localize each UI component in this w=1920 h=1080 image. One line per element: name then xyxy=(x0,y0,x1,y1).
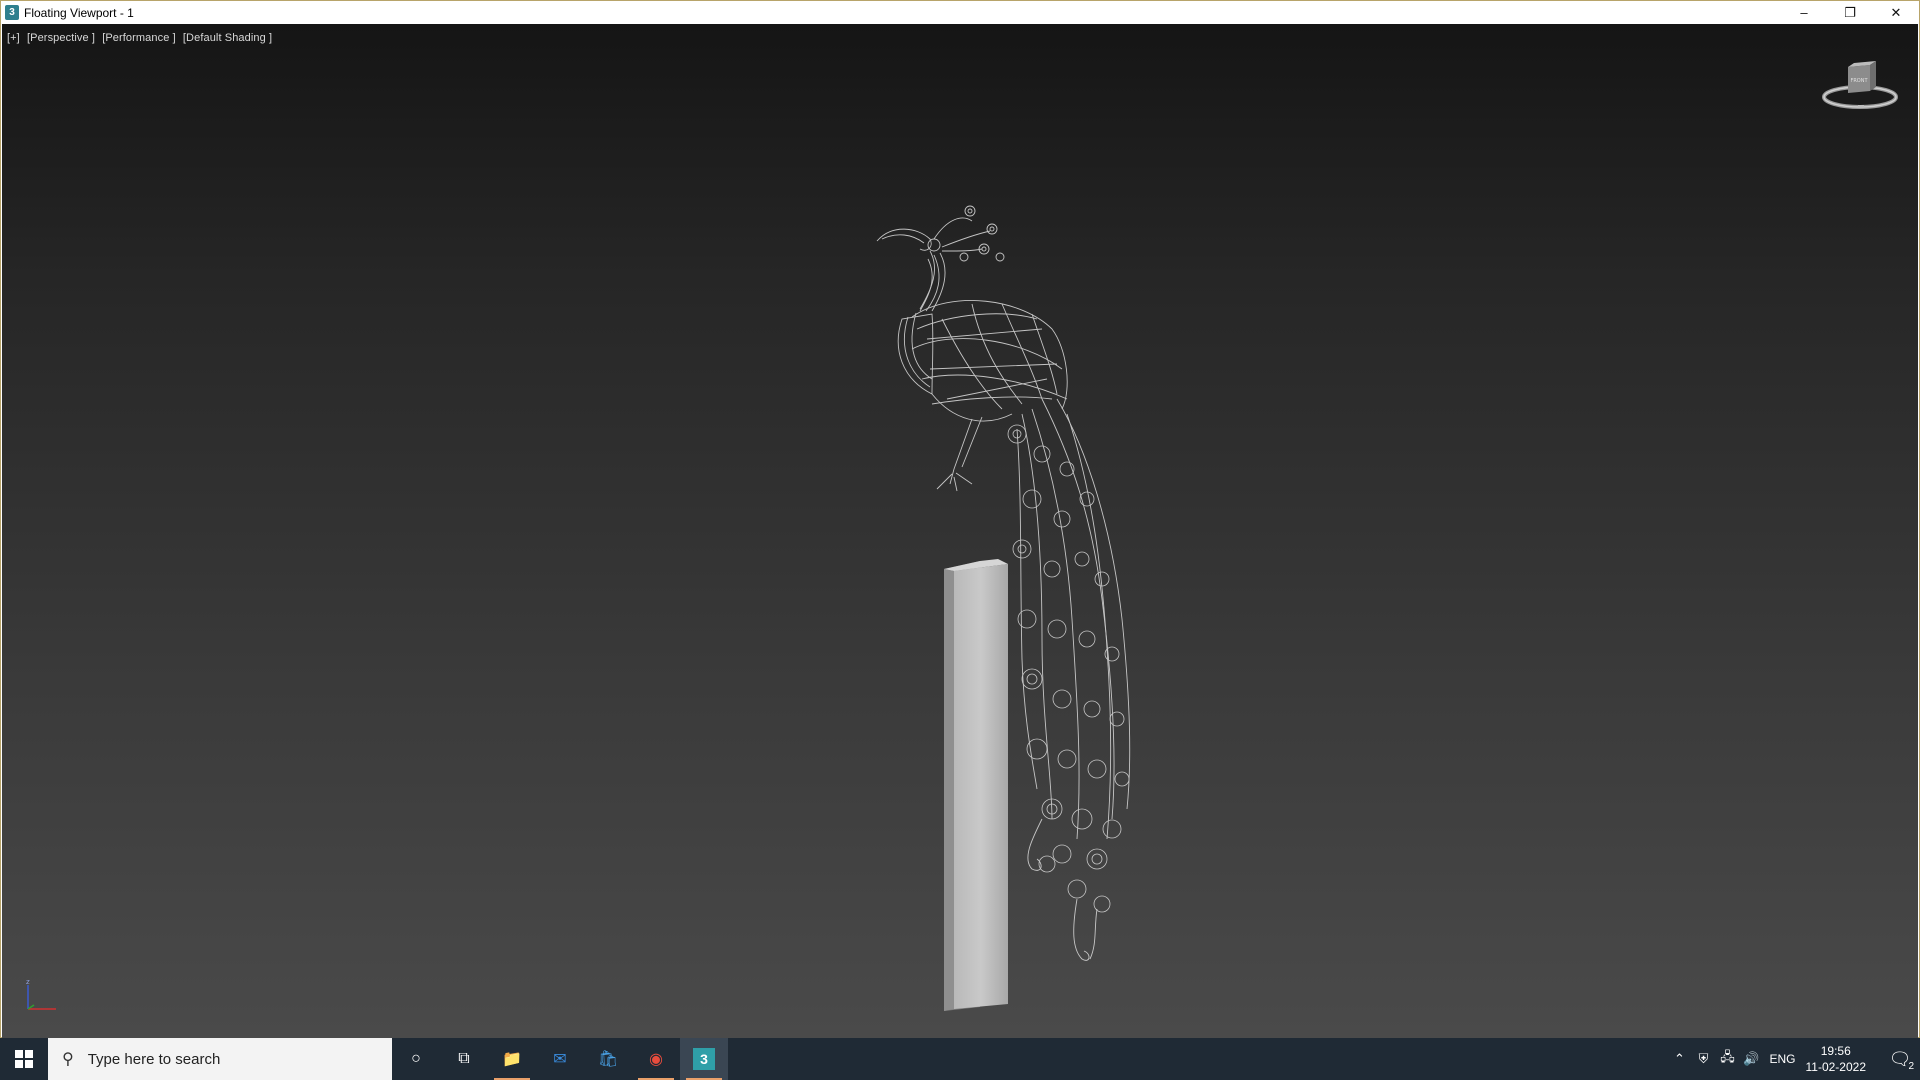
axis-z-label: z xyxy=(26,978,30,986)
task-view-button[interactable]: ⧉ xyxy=(440,1038,488,1080)
store-button[interactable]: 🛍 xyxy=(584,1038,632,1080)
search-icon: ⚲ xyxy=(62,1051,74,1068)
system-tray: ⌃ ⛨ 🖧 🔊 ENG 19:56 11-02-2022 🗨 2 xyxy=(1667,1038,1920,1080)
minimize-button[interactable]: – xyxy=(1781,1,1827,24)
chrome-button[interactable]: ◉ xyxy=(632,1038,680,1080)
windows-logo-icon xyxy=(15,1050,33,1068)
window-controls: – ❐ ✕ xyxy=(1781,1,1919,24)
viewport-shading-menu[interactable]: [Default Shading ] xyxy=(183,32,272,44)
start-button[interactable] xyxy=(0,1038,48,1080)
volume-icon[interactable]: 🔊 xyxy=(1739,1051,1763,1067)
restore-button[interactable]: ❐ xyxy=(1827,1,1873,24)
axis-tripod-icon: z xyxy=(26,978,56,1010)
viewport-performance-menu[interactable]: [Performance ] xyxy=(102,32,176,44)
show-hidden-icons-chevron-icon[interactable]: ⌃ xyxy=(1667,1051,1691,1067)
chrome-icon: ◉ xyxy=(649,1051,663,1068)
floating-viewport-window: 3 Floating Viewport - 1 – ❐ ✕ [+] [Persp… xyxy=(0,0,1920,1038)
clock[interactable]: 19:56 11-02-2022 xyxy=(1806,1043,1867,1075)
clock-time: 19:56 xyxy=(1820,1044,1851,1058)
file-explorer-button[interactable]: 📁 xyxy=(488,1038,536,1080)
notification-count-badge: 2 xyxy=(1908,1061,1914,1072)
viewcube-icon[interactable]: FRONT xyxy=(1820,57,1900,117)
close-button[interactable]: ✕ xyxy=(1873,1,1919,24)
windows-taskbar: ⚲ Type here to search ○ ⧉ 📁 ✉ 🛍 ◉ 3 ⌃ ⛨ … xyxy=(0,1038,1920,1080)
cortana-icon: ○ xyxy=(411,1050,421,1067)
network-icon[interactable]: 🖧 xyxy=(1715,1048,1739,1070)
title-bar[interactable]: 3 Floating Viewport - 1 – ❐ ✕ xyxy=(1,1,1919,24)
mail-button[interactable]: ✉ xyxy=(536,1038,584,1080)
viewport-point-of-view-menu[interactable]: [Perspective ] xyxy=(27,32,95,44)
task-view-icon: ⧉ xyxy=(458,1050,470,1067)
3dsmax-app-icon: 3 xyxy=(5,5,19,20)
viewcube-face-label: FRONT xyxy=(1850,78,1868,84)
clock-date: 11-02-2022 xyxy=(1805,1060,1867,1074)
search-placeholder: Type here to search xyxy=(87,1050,221,1068)
security-icon[interactable]: ⛨ xyxy=(1691,1051,1715,1067)
3dsmax-button[interactable]: 3 xyxy=(680,1038,728,1080)
window-title: Floating Viewport - 1 xyxy=(24,5,134,20)
taskbar-search-box[interactable]: ⚲ Type here to search xyxy=(48,1038,392,1080)
input-language[interactable]: ENG xyxy=(1769,1052,1795,1066)
viewport-general-menu[interactable]: [+] xyxy=(7,32,20,44)
mail-icon: ✉ xyxy=(553,1051,567,1068)
3dsmax-icon: 3 xyxy=(693,1048,715,1070)
peacock-wireframe-model[interactable] xyxy=(872,199,1232,1019)
file-explorer-icon: 📁 xyxy=(502,1051,522,1068)
cortana-button[interactable]: ○ xyxy=(392,1038,440,1080)
action-center-button[interactable]: 🗨 2 xyxy=(1880,1038,1920,1080)
viewport-label-menu: [+] [Perspective ] [Performance ] [Defau… xyxy=(7,32,276,44)
perspective-viewport[interactable]: [+] [Perspective ] [Performance ] [Defau… xyxy=(2,24,1918,1038)
store-icon: 🛍 xyxy=(597,1051,619,1068)
